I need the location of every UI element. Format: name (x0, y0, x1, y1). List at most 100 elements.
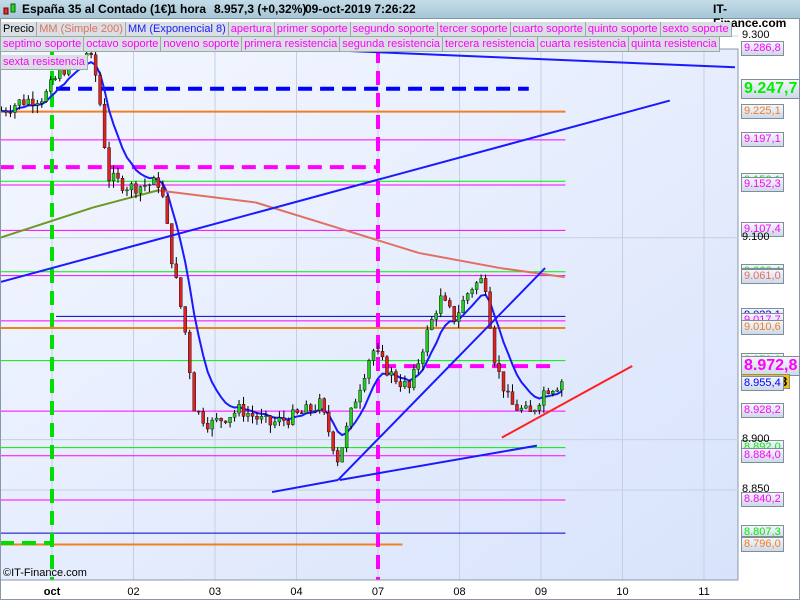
candle (210, 419, 214, 430)
candle (282, 417, 286, 421)
candle (17, 99, 22, 106)
candle (358, 389, 362, 403)
candle (367, 360, 371, 379)
candle (4, 110, 8, 113)
candle (264, 415, 268, 417)
candle (26, 98, 31, 105)
candle (205, 423, 210, 430)
candle (371, 350, 376, 361)
legend-toggle[interactable]: octavo soporte (83, 37, 162, 52)
candle (501, 371, 506, 392)
y-tick-label: 8.900 (742, 432, 770, 445)
price-label: 8.884,0 (741, 447, 784, 463)
candle (138, 186, 143, 194)
legend-toggle[interactable]: noveno soporte (160, 37, 243, 52)
candle (362, 378, 367, 391)
candle (35, 103, 40, 106)
candle (398, 381, 403, 387)
candle (551, 391, 555, 394)
candle (318, 398, 322, 411)
candle (349, 407, 353, 427)
candle (219, 417, 223, 422)
price-label: 8.955,4 (741, 375, 784, 391)
candle (443, 295, 447, 301)
candle (479, 278, 483, 283)
legend-toggle[interactable]: quinta resistencia (628, 37, 720, 52)
y-tick-label: 8.850 (742, 483, 770, 496)
y-tick-label: 9.100 (742, 230, 770, 243)
candle (389, 371, 394, 376)
sma200-line (92, 189, 159, 209)
candle (223, 420, 228, 423)
ema8-line (1, 61, 563, 437)
candle (385, 356, 389, 376)
candle (277, 417, 282, 423)
legend-toggle[interactable]: cuarta resistencia (536, 37, 630, 52)
legend-toggle[interactable]: sexta resistencia (0, 55, 88, 70)
timeframe: 1 hora (170, 2, 207, 16)
candle (291, 409, 295, 425)
legend-toggle[interactable]: tercera resistencia (442, 37, 538, 52)
candle (412, 369, 416, 388)
candle (0, 110, 4, 113)
candle (250, 413, 255, 417)
candle (335, 450, 340, 463)
candle (322, 398, 326, 413)
sma200-line (255, 201, 338, 229)
x-tick-label: 03 (208, 586, 222, 598)
last-price-change: 8.957,3 (+0,32%) (214, 2, 307, 16)
legend-toggle[interactable]: septimo soporte (0, 37, 85, 52)
candle (515, 404, 519, 411)
candle (13, 105, 17, 113)
candle (44, 91, 48, 102)
x-tick-label: 04 (290, 586, 303, 598)
candle (214, 417, 219, 421)
candle (394, 371, 398, 382)
candle (196, 410, 201, 413)
plot-area (0, 48, 739, 581)
candle (448, 300, 452, 307)
candle (22, 99, 26, 105)
candle (295, 409, 300, 413)
candle (407, 381, 412, 388)
symbol-title: España 35 al Contado (1€) (22, 2, 172, 16)
candle (40, 101, 44, 104)
price-label: 9.197,1 (741, 131, 784, 147)
candle (134, 183, 138, 194)
candle (304, 404, 308, 414)
candle (452, 306, 456, 322)
candle (461, 299, 465, 313)
candle (326, 412, 331, 433)
candle (31, 98, 35, 106)
candle (111, 172, 116, 182)
candle (116, 172, 120, 179)
candle (497, 362, 501, 372)
candle (179, 277, 183, 307)
candle (228, 417, 232, 423)
legend-toggle[interactable]: primera resistencia (241, 37, 341, 52)
candle (192, 372, 196, 412)
legend-toggle[interactable]: segunda resistencia (339, 37, 444, 52)
y-tick-label: 9.300 (742, 29, 770, 41)
candle (537, 405, 542, 411)
candle (474, 282, 479, 290)
candle (125, 189, 129, 192)
price-label: 9.286,8 (741, 41, 784, 57)
candle (165, 196, 170, 224)
price-label: 9.247,7 (741, 78, 800, 99)
candle (241, 404, 246, 417)
candle (488, 291, 492, 329)
candle (147, 184, 152, 186)
candle (465, 293, 470, 301)
candle (255, 416, 259, 420)
candle (170, 223, 174, 265)
candle (425, 329, 430, 353)
candle (560, 381, 564, 391)
candle (268, 415, 273, 426)
candle (8, 112, 13, 114)
candle (183, 306, 187, 333)
candle (201, 411, 205, 424)
candle (120, 178, 125, 191)
candle (143, 185, 147, 187)
candle (533, 410, 537, 413)
